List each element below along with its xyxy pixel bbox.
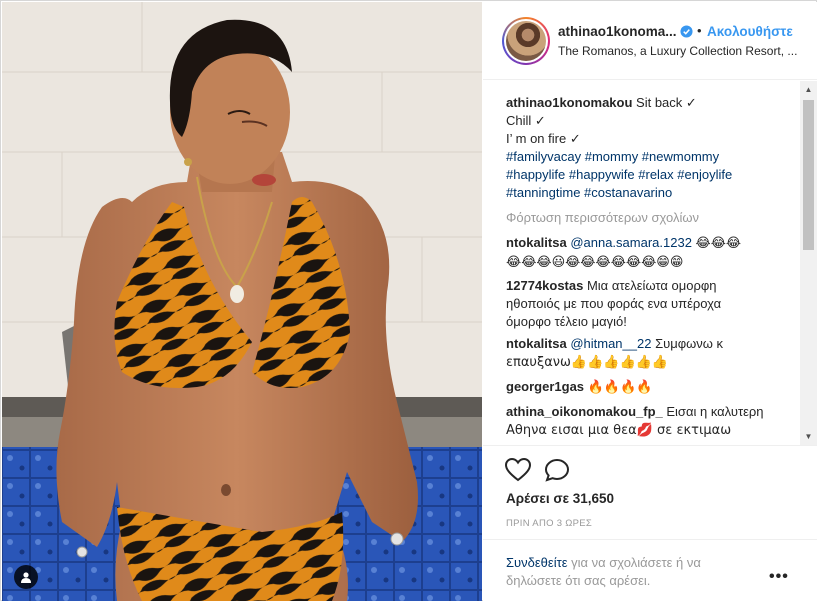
likes-count[interactable]: Αρέσει σε 31,650	[506, 491, 614, 506]
caption-line-1: Sit back ✓	[636, 95, 697, 110]
comment-text-line-3: όμορφο τέλειο μαγιό!	[506, 314, 627, 329]
post-header: athinao1konoma... • Ακολουθήστε The Roma…	[483, 2, 817, 80]
comment: ntokalitsa @hitman__22 Συμφωνω κ επαυξαν…	[506, 335, 796, 372]
post-side-panel: athinao1konoma... • Ακολουθήστε The Roma…	[483, 2, 817, 601]
comment-username[interactable]: ntokalitsa	[506, 336, 567, 351]
comment-username[interactable]: 12774kostas	[506, 278, 583, 293]
login-link[interactable]: Συνδεθείτε	[506, 555, 568, 570]
caption-username[interactable]: athinao1konomakou	[506, 95, 632, 110]
caption-line-2: Chill ✓	[506, 113, 546, 128]
comment-username[interactable]: ntokalitsa	[506, 235, 567, 250]
comment-text-line-2: ηθοποιός με που φοράς ενα υπέροχα	[506, 296, 722, 311]
comment-mention[interactable]: @anna.samara.1232	[570, 235, 692, 250]
hashtags: #familyvacay #mommy #newmommy #happylife…	[506, 148, 796, 202]
comment: ntokalitsa @anna.samara.1232 😂😂😂 😂😂😂😃😂😂😂…	[506, 234, 796, 272]
comment-text: 🔥🔥🔥🔥	[587, 380, 653, 395]
username-link[interactable]: athinao1konoma...	[558, 24, 677, 39]
scrollbar-thumb[interactable]	[803, 100, 814, 250]
comment-username[interactable]: athina_oikonomakou_fp_	[506, 404, 663, 419]
caption-line-3: I’ m on fire ✓	[506, 131, 581, 146]
comment-bubble-icon[interactable]	[544, 458, 570, 482]
post-modal: athinao1konoma... • Ακολουθήστε The Roma…	[0, 0, 817, 601]
location-link[interactable]: The Romanos, a Luxury Collection Resort,…	[558, 44, 798, 58]
comment-text: Εισαι η καλυτερη	[666, 404, 764, 419]
caption: athinao1konomakou Sit back ✓ Chill ✓ I’ …	[506, 94, 796, 148]
login-prompt: Συνδεθείτε για να σχολιάσετε ή να δηλώσε…	[483, 539, 817, 601]
scroll-up-arrow-icon[interactable]: ▲	[800, 81, 817, 98]
comment: athina_oikonomakou_fp_ Εισαι η καλυτερη …	[506, 403, 796, 440]
hashtag-line-2[interactable]: #happylife #happywife #relax #enjoylife	[506, 167, 732, 182]
hashtag-line-1[interactable]: #familyvacay #mommy #newmommy	[506, 149, 719, 164]
photo-illustration	[2, 2, 482, 601]
post-photo[interactable]	[2, 2, 482, 601]
comment-text-line-2: Αθηνα εισαι μια θεα💋 σε εκτιμαω	[506, 423, 732, 438]
comment-text-line-2: επαυξανω👍👍👍👍👍👍	[506, 355, 669, 370]
more-options-icon[interactable]: •••	[769, 568, 789, 586]
follow-button[interactable]: Ακολουθήστε	[707, 24, 793, 39]
post-timestamp[interactable]: ΠΡΙΝ ΑΠΟ 3 ΩΡΕΣ	[506, 518, 592, 529]
comment: georger1gas 🔥🔥🔥🔥	[506, 378, 796, 397]
comment-text: Συμφωνω κ	[655, 336, 724, 351]
comment-mention[interactable]: @hitman__22	[570, 336, 651, 351]
comments-scrollbar[interactable]: ▲ ▼	[800, 81, 817, 445]
comment-username[interactable]: georger1gas	[506, 379, 584, 394]
heart-outline-icon[interactable]	[505, 458, 531, 482]
avatar[interactable]	[502, 17, 550, 65]
post-actions: Αρέσει σε 31,650 ΠΡΙΝ ΑΠΟ 3 ΩΡΕΣ Συνδεθε…	[483, 445, 817, 601]
verified-badge-icon	[680, 25, 693, 38]
comments-list[interactable]: athinao1konomakou Sit back ✓ Chill ✓ I’ …	[483, 81, 817, 445]
user-tag-icon[interactable]	[14, 565, 38, 589]
scroll-down-arrow-icon[interactable]: ▼	[800, 428, 817, 445]
separator-dot: •	[697, 23, 702, 38]
comment-text: Μια ατελείωτα ομορφη	[586, 278, 717, 293]
comment-text: 😂😂😂	[695, 236, 742, 251]
load-more-comments[interactable]: Φόρτωση περισσότερων σχολίων	[506, 210, 699, 225]
comment-text-line-2: 😂😂😂😃😂😂😂😂😂😂😁😁	[506, 255, 684, 270]
login-text: Συνδεθείτε για να σχολιάσετε ή να δηλώσε…	[506, 554, 756, 590]
hashtag-line-3[interactable]: #tanningtime #costanavarino	[506, 185, 672, 200]
comment: 12774kostas Μια ατελείωτα ομορφη ηθοποιό…	[506, 277, 796, 331]
